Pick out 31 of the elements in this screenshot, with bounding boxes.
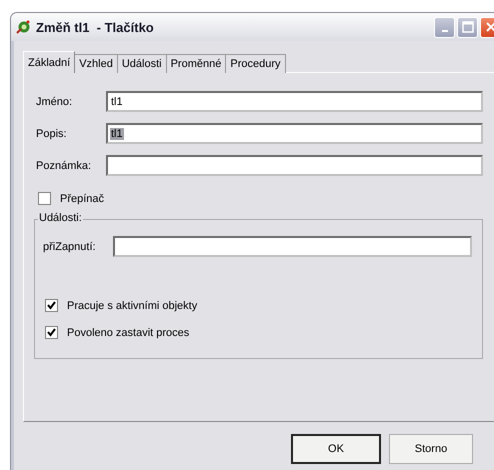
tab[interactable]: Události <box>116 54 167 73</box>
group-title: Události: <box>38 212 83 224</box>
field-label: přiZapnutí: <box>43 240 97 252</box>
tab[interactable]: Procedury <box>225 54 286 73</box>
checkbox[interactable] <box>45 326 58 339</box>
window-title: Změň tl1 - Tlačítko <box>36 20 154 34</box>
input-field[interactable]: tl1 <box>106 91 483 112</box>
field-label: Jméno: <box>36 96 74 108</box>
checkbox[interactable] <box>45 299 58 312</box>
tab[interactable]: Vzhled <box>74 54 118 73</box>
close-icon <box>484 21 494 33</box>
tab[interactable]: Proměnné <box>166 54 226 73</box>
field-label: Poznámka: <box>36 160 92 172</box>
input-field[interactable] <box>106 155 483 176</box>
checkbox-label: Povoleno zastavit proces <box>67 326 190 338</box>
input-field[interactable] <box>113 236 472 257</box>
minimize-button[interactable] <box>434 16 455 38</box>
checkbox-label: Pracuje s aktivními objekty <box>67 300 198 312</box>
field-value: tl1 <box>110 96 124 108</box>
input-field[interactable]: tl1 <box>106 123 483 144</box>
dialog-button[interactable]: OK <box>291 434 381 464</box>
maximize-button[interactable] <box>457 16 478 38</box>
field-value: tl1 <box>110 128 124 140</box>
tab[interactable]: Základní <box>23 51 76 73</box>
field-label: Popis: <box>36 128 68 140</box>
maximize-icon <box>462 21 474 33</box>
minimize-icon <box>442 30 448 32</box>
checkbox[interactable] <box>38 192 51 205</box>
dialog-button[interactable]: Storno <box>389 434 473 464</box>
app-icon <box>15 19 31 35</box>
checkbox-label: Přepínač <box>60 192 104 204</box>
